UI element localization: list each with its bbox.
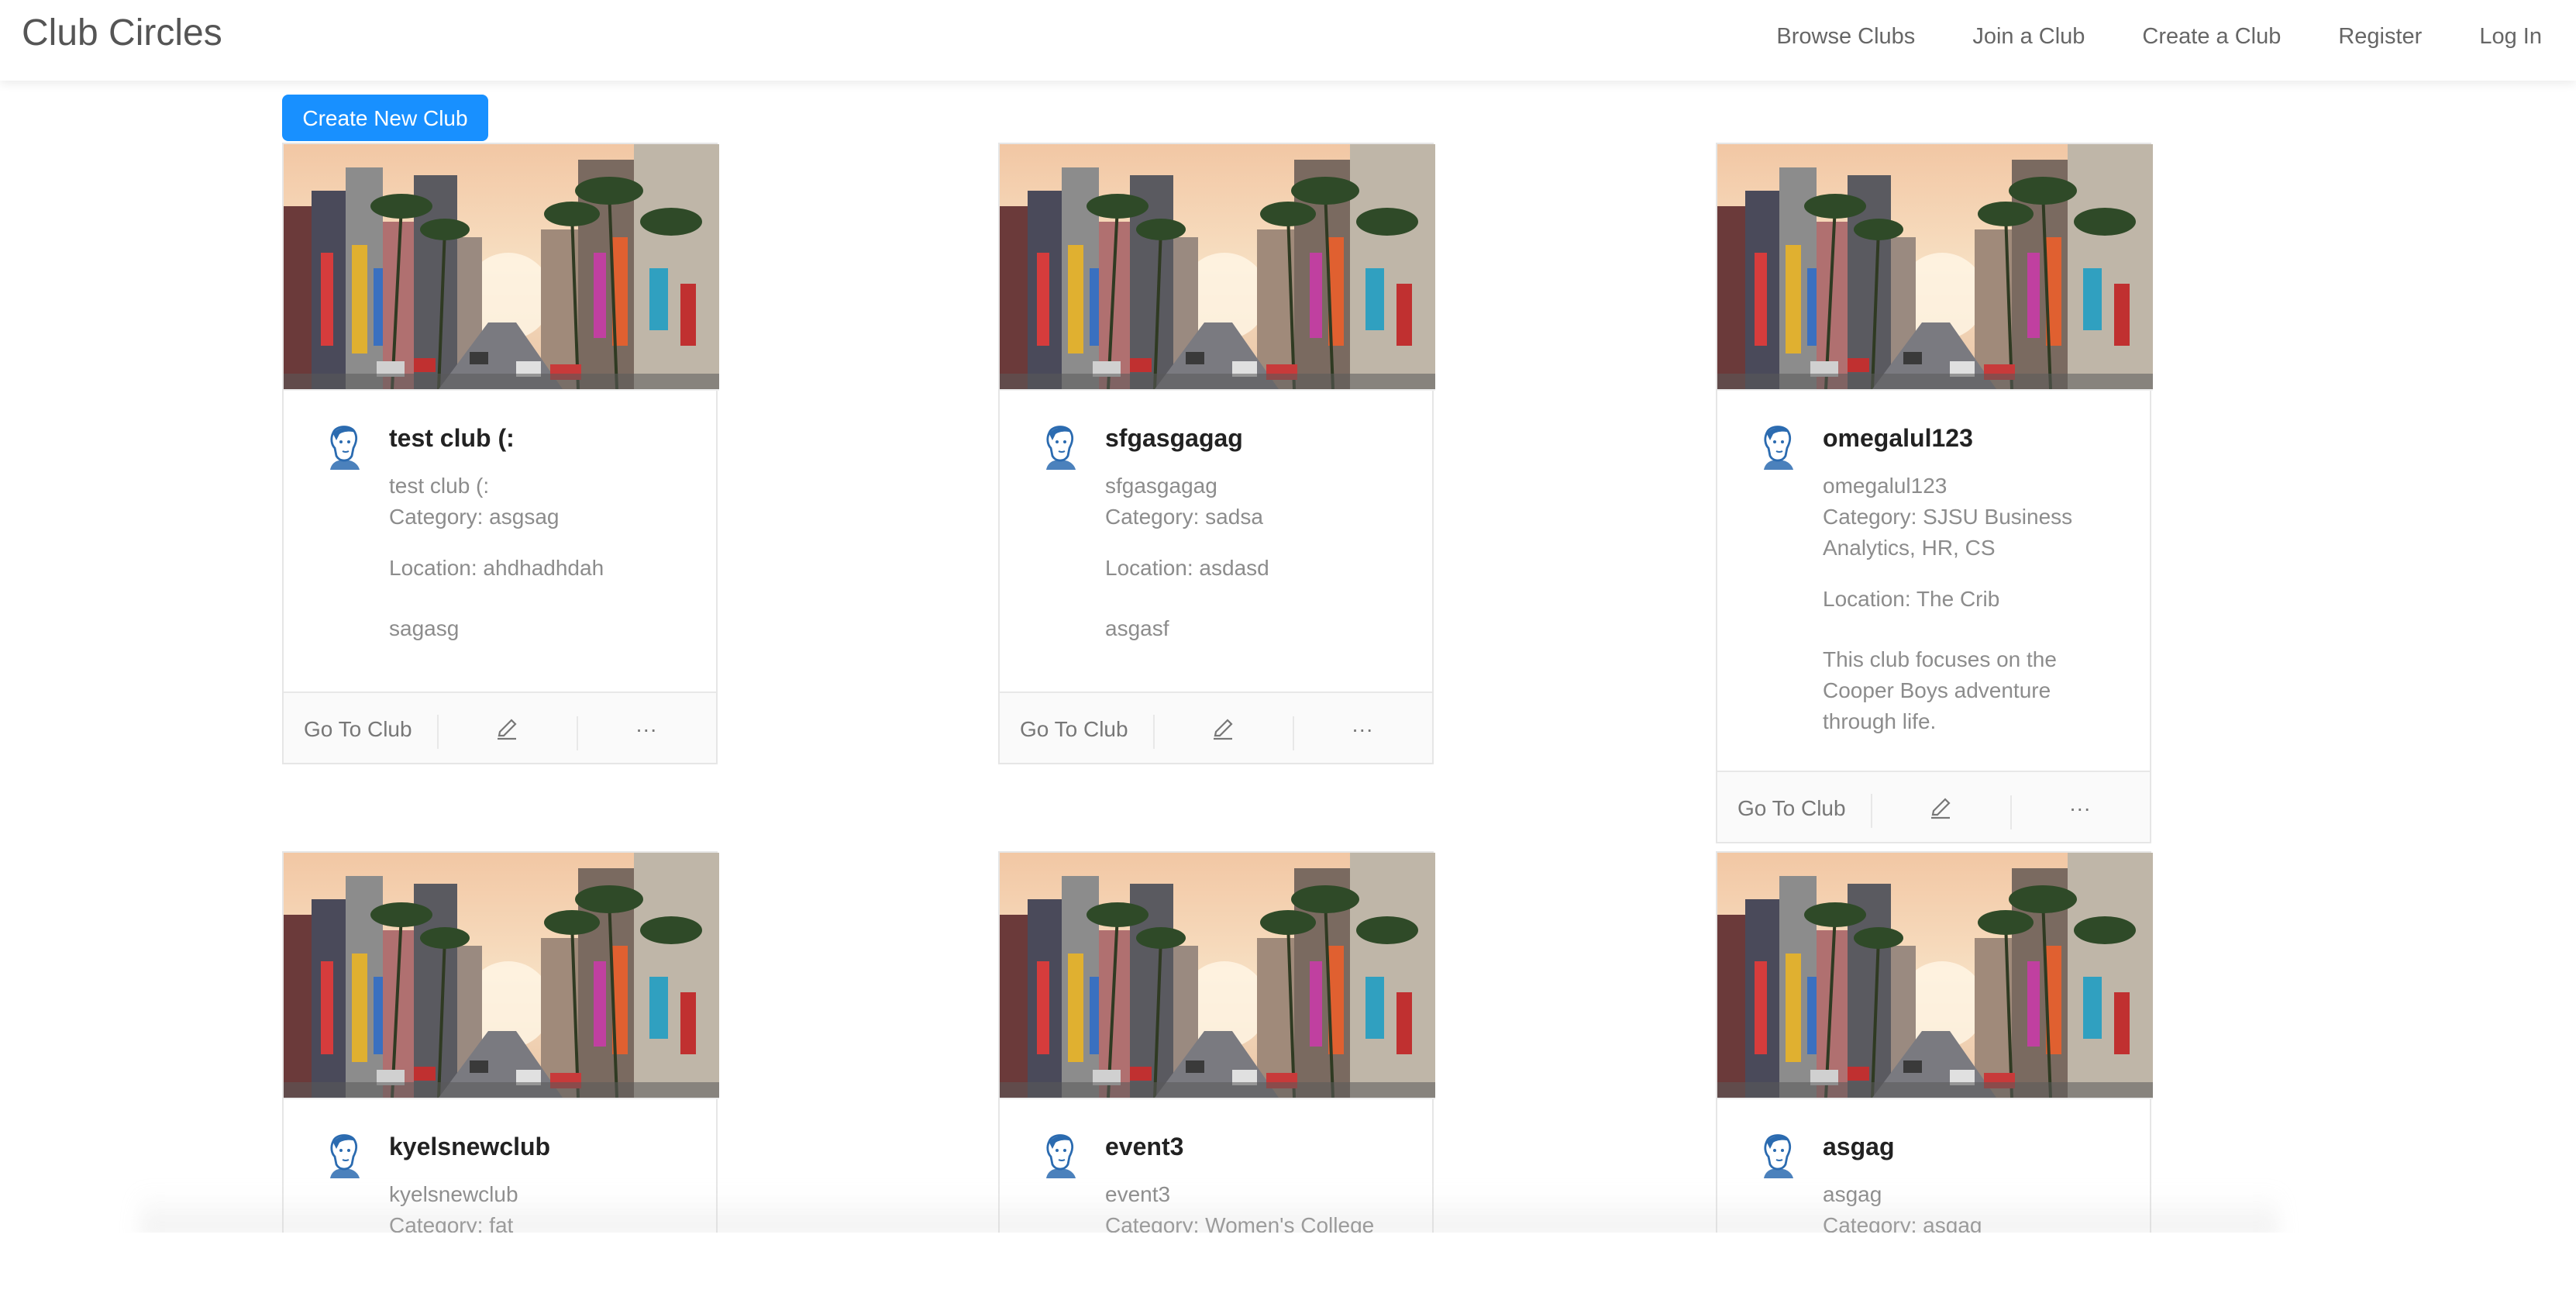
club-title: asgag bbox=[1823, 1135, 1895, 1161]
create-new-club-button[interactable]: Create New Club bbox=[282, 95, 488, 141]
card-actions: Go To Club ··· bbox=[1717, 771, 2150, 842]
edit-button[interactable] bbox=[1152, 714, 1292, 750]
nav-log-in[interactable]: Log In bbox=[2479, 25, 2542, 50]
nav-join-club[interactable]: Join a Club bbox=[1972, 25, 2085, 50]
go-to-club-button[interactable]: Go To Club bbox=[1000, 716, 1152, 740]
club-cover-image bbox=[1000, 853, 1435, 1099]
nav-register[interactable]: Register bbox=[2338, 25, 2422, 50]
ellipsis-icon: ··· bbox=[1351, 716, 1373, 740]
club-category: Category: SJSU Business Analytics, HR, C… bbox=[1823, 504, 2073, 560]
club-description: asgasf bbox=[1105, 616, 1169, 640]
avatar bbox=[1037, 1132, 1080, 1178]
club-cover-image bbox=[284, 853, 719, 1099]
club-subtitle: sfgasgagag bbox=[1105, 473, 1217, 498]
club-cover-image bbox=[284, 144, 719, 391]
club-title: event3 bbox=[1105, 1135, 1184, 1161]
edit-button[interactable] bbox=[436, 714, 576, 750]
club-category: Category: asgsag bbox=[389, 504, 560, 529]
nav-create-club[interactable]: Create a Club bbox=[2142, 25, 2281, 50]
club-cover-image bbox=[1717, 144, 2153, 391]
top-nav-bar: Club Circles Browse Clubs Join a Club Cr… bbox=[0, 0, 2576, 81]
go-to-club-button[interactable]: Go To Club bbox=[1717, 795, 1870, 819]
ellipsis-icon: ··· bbox=[635, 716, 657, 740]
avatar bbox=[321, 1132, 364, 1178]
club-title: kyelsnewclub bbox=[389, 1135, 551, 1161]
club-location: Location: The Crib bbox=[1823, 586, 2000, 611]
club-category: Category: sadsa bbox=[1105, 504, 1263, 529]
edit-icon bbox=[1210, 716, 1235, 741]
ellipsis-icon: ··· bbox=[2068, 795, 2091, 819]
app-title[interactable]: Club Circles bbox=[22, 12, 222, 56]
club-title: sfgasgagag bbox=[1105, 426, 1243, 453]
club-description: This club focuses on the Cooper Boys adv… bbox=[1823, 647, 2057, 733]
club-subtitle: kyelsnewclub bbox=[389, 1181, 518, 1206]
avatar bbox=[1755, 1132, 1798, 1178]
club-card: sfgasgagag sfgasgagag Category: sadsa Lo… bbox=[998, 143, 1435, 764]
club-title: test club (: bbox=[389, 426, 515, 453]
nav-browse-clubs[interactable]: Browse Clubs bbox=[1776, 25, 1915, 50]
club-location: Location: ahdhadhdah bbox=[389, 555, 604, 580]
more-button[interactable]: ··· bbox=[2009, 795, 2150, 829]
card-actions: Go To Club ··· bbox=[284, 691, 716, 763]
page: Club Circles Browse Clubs Join a Club Cr… bbox=[0, 0, 2576, 1307]
page-bottom-area bbox=[0, 1233, 2576, 1307]
club-description: sagasg bbox=[389, 616, 460, 640]
edit-button[interactable] bbox=[1870, 793, 2009, 829]
avatar bbox=[1037, 423, 1080, 470]
edit-icon bbox=[1927, 795, 1952, 820]
avatar bbox=[1755, 423, 1798, 470]
club-card: test club (: test club (: Category: asgs… bbox=[282, 143, 719, 764]
more-button[interactable]: ··· bbox=[576, 716, 716, 750]
nav-menu: Browse Clubs Join a Club Create a Club R… bbox=[1719, 25, 2542, 50]
club-location: Location: asdasd bbox=[1105, 555, 1269, 580]
club-subtitle: test club (: bbox=[389, 473, 490, 498]
edit-icon bbox=[494, 716, 518, 741]
avatar bbox=[321, 423, 364, 470]
more-button[interactable]: ··· bbox=[1292, 716, 1432, 750]
club-cover-image bbox=[1000, 144, 1435, 391]
club-subtitle: omegalul123 bbox=[1823, 473, 1947, 498]
go-to-club-button[interactable]: Go To Club bbox=[284, 716, 436, 740]
club-card: omegalul123 omegalul123 Category: SJSU B… bbox=[1716, 143, 2153, 843]
club-subtitle: asgag bbox=[1823, 1181, 1882, 1206]
club-cover-image bbox=[1717, 853, 2153, 1099]
club-subtitle: event3 bbox=[1105, 1181, 1171, 1206]
club-title: omegalul123 bbox=[1823, 426, 1973, 453]
card-actions: Go To Club ··· bbox=[1000, 691, 1432, 763]
